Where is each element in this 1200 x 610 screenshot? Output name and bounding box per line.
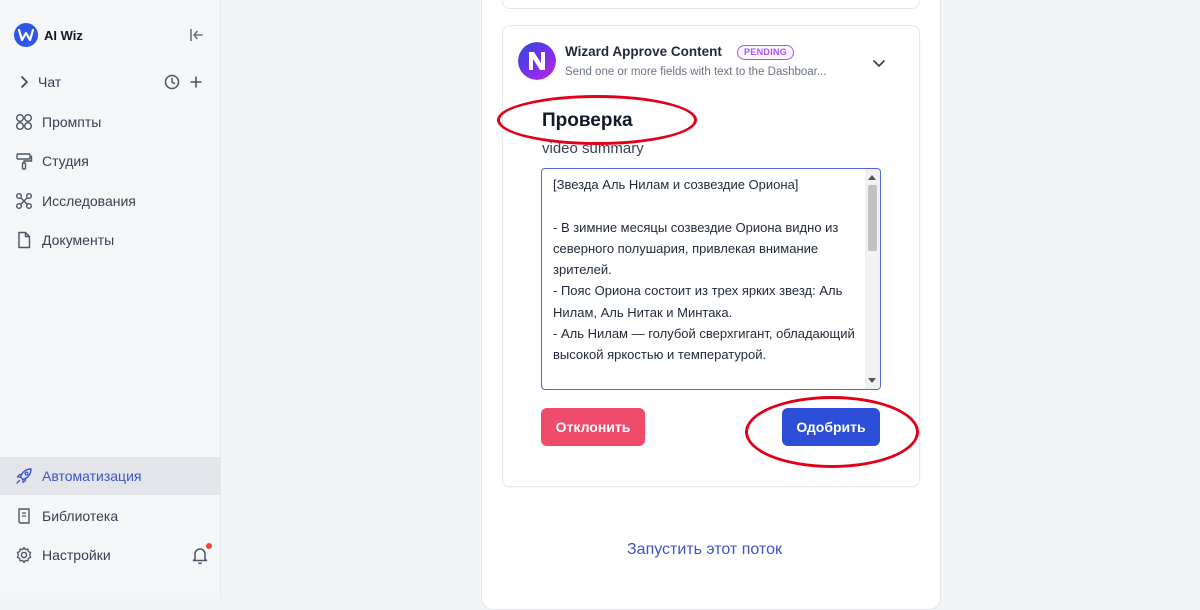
sidebar-item-prompts[interactable]: Промпты: [0, 103, 220, 141]
reject-button[interactable]: Отклонить: [541, 408, 645, 446]
sidebar-item-settings[interactable]: Настройки: [0, 536, 220, 574]
sidebar-item-label: Чат: [38, 74, 62, 90]
card-subtitle: Send one or more fields with text to the…: [565, 66, 827, 78]
summary-textarea[interactable]: [Звезда Аль Нилам и созвездие Ориона] - …: [541, 168, 881, 390]
sidebar-item-label: Промпты: [42, 114, 102, 130]
sidebar-item-label: Исследования: [42, 193, 136, 209]
sidebar-item-research[interactable]: Исследования: [0, 182, 220, 220]
wizard-logo-icon: [518, 42, 556, 80]
sidebar-item-label: Автоматизация: [42, 468, 142, 484]
scroll-up-arrow-icon[interactable]: [868, 175, 876, 180]
annotation-circle-approve: [745, 396, 919, 468]
sidebar-item-label: Библиотека: [42, 508, 119, 524]
scroll-down-arrow-icon[interactable]: [868, 378, 876, 383]
brand-logo: [14, 23, 38, 47]
chevron-down-icon[interactable]: [870, 54, 888, 72]
sidebar-item-documents[interactable]: Документы: [0, 221, 220, 259]
scroll-thumb[interactable]: [868, 185, 877, 251]
sidebar-item-label: Студия: [42, 153, 89, 169]
document-icon: [14, 230, 34, 250]
annotation-circle-heading: [497, 95, 697, 145]
history-icon[interactable]: [163, 73, 181, 91]
sidebar-item-label: Настройки: [42, 547, 111, 563]
previous-step-card: [502, 0, 920, 9]
paint-roller-icon: [14, 151, 34, 171]
card-title: Wizard Approve Content: [565, 44, 722, 59]
sidebar-item-library[interactable]: Библиотека: [0, 497, 220, 535]
textarea-scrollbar[interactable]: [865, 169, 880, 389]
sidebar-item-chat[interactable]: Чат: [0, 63, 220, 101]
collapse-sidebar-icon[interactable]: [188, 26, 206, 44]
run-flow-link[interactable]: Запустить этот поток: [627, 541, 782, 559]
sidebar: AI Wiz Чат Промпты Студия Исследования Д…: [0, 0, 221, 598]
rocket-icon: [14, 466, 34, 486]
molecule-icon: [14, 191, 34, 211]
grid-icon: [14, 112, 34, 132]
summary-text[interactable]: [Звезда Аль Нилам и созвездие Ориона] - …: [553, 174, 858, 366]
sidebar-item-label: Документы: [42, 232, 115, 248]
sidebar-item-automation[interactable]: Автоматизация: [0, 457, 220, 495]
brand-name: AI Wiz: [44, 27, 83, 43]
status-badge: PENDING: [737, 45, 795, 60]
chevron-right-icon: [14, 72, 34, 92]
notification-dot: [206, 543, 212, 549]
gear-icon: [14, 545, 34, 565]
book-icon: [14, 506, 34, 526]
sidebar-item-studio[interactable]: Студия: [0, 142, 220, 180]
brand[interactable]: AI Wiz: [14, 23, 83, 47]
new-chat-plus-icon[interactable]: [187, 73, 205, 91]
